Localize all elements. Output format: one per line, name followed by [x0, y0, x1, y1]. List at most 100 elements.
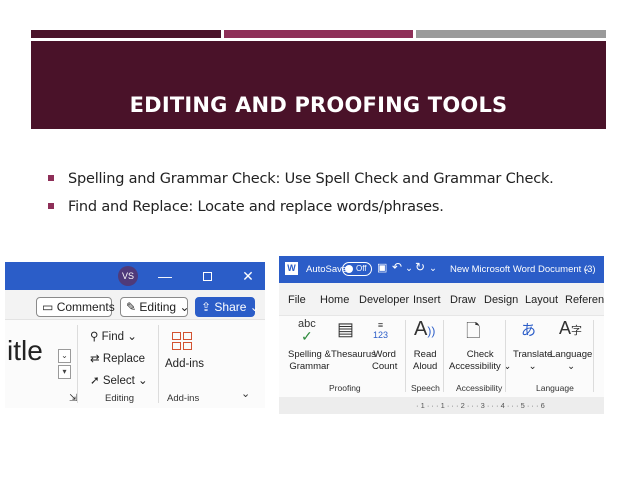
speech-group-label: Speech — [411, 383, 440, 393]
word-count-icon: ≡ 123 — [373, 320, 389, 340]
check-accessibility-button[interactable]: Check Accessibility ⌄ — [449, 349, 511, 373]
autosave-label: AutoSave — [306, 264, 348, 275]
comments-label: Comments — [56, 300, 115, 314]
accessibility-icon: 🗋 — [466, 321, 481, 341]
editing-mode-button[interactable]: ✎ Editing ⌄ — [120, 297, 190, 317]
comment-icon: ▭ — [42, 300, 54, 314]
ribbon-tabs: File Home Developer Insert Draw Design L… — [279, 283, 604, 315]
minimize-icon[interactable]: — — [155, 267, 175, 285]
chevron-down-icon[interactable]: ⌄ — [582, 263, 590, 274]
title-banner: EDITING AND PROOFING TOOLS — [31, 41, 606, 129]
share-button[interactable]: ⇪ Share ⌄ — [195, 297, 260, 317]
command-row: ▭ Comments ✎ Editing ⌄ ⇪ Share ⌄ — [5, 290, 265, 320]
top-bar-gray — [416, 30, 606, 38]
read-aloud-icon: A)) — [414, 318, 436, 340]
maximize-icon[interactable] — [197, 267, 217, 285]
chevron-down-icon: ⌄ — [179, 300, 190, 314]
ruler[interactable]: · 1 · · · 1 · · · 2 · · · 3 · · · 4 · · … — [279, 397, 604, 414]
gallery-scroll-up-icon[interactable]: ⌄ — [58, 349, 71, 363]
search-icon: ⚲ — [90, 331, 99, 343]
divider — [158, 325, 159, 403]
dialog-launcher-icon[interactable]: ⇲ — [69, 393, 77, 404]
style-gallery-title[interactable]: itle — [7, 335, 43, 367]
slide-title: EDITING AND PROOFING TOOLS — [129, 93, 508, 117]
document-title[interactable]: New Microsoft Word Document (3) — [450, 264, 596, 275]
divider — [505, 320, 506, 392]
tab-home[interactable]: Home — [320, 294, 349, 306]
word-logo-icon: W — [285, 262, 298, 275]
divider — [405, 320, 406, 392]
comments-button[interactable]: ▭ Comments — [36, 297, 115, 317]
read-aloud-button[interactable]: Read Aloud — [413, 349, 437, 373]
top-bar-dark — [31, 30, 221, 38]
bullet-text: Find and Replace: Locate and replace wor… — [68, 199, 444, 215]
thesaurus-button[interactable]: Thesaurus — [331, 349, 376, 361]
chevron-down-icon: ⌄ — [138, 375, 148, 387]
tab-layout[interactable]: Layout — [525, 294, 558, 306]
spelling-grammar-button[interactable]: Spelling & Grammar — [288, 349, 331, 373]
divider — [77, 325, 78, 403]
find-button[interactable]: ⚲ Find ⌄ — [90, 329, 137, 343]
review-ribbon: abc ✓ Spelling & Grammar ▤ Thesaurus ≡ 123… — [279, 315, 604, 397]
language-icon: A字 — [559, 318, 583, 338]
translate-icon: あ — [521, 322, 537, 339]
spelling-icon: abc ✓ — [298, 318, 316, 344]
bullet-list: Spelling and Grammar Check: Use Spell Ch… — [48, 165, 608, 221]
autosave-toggle[interactable]: Off — [342, 262, 372, 276]
addins-icon[interactable] — [172, 332, 194, 352]
language-button[interactable]: Language ⌄ — [550, 349, 592, 373]
tab-file[interactable]: File — [288, 294, 306, 306]
cursor-icon: ➚ — [90, 375, 100, 387]
word-ribbon-screenshot-right: W AutoSave Off ▣ ↶ ⌄ ↻ ⌄ New Microsoft W… — [279, 256, 604, 414]
proofing-group-label: Proofing — [329, 383, 361, 393]
tab-design[interactable]: Design — [484, 294, 518, 306]
chevron-down-icon: ⌄ — [249, 300, 260, 314]
toggle-knob — [345, 265, 353, 273]
addins-button[interactable]: Add-ins — [165, 358, 204, 370]
chevron-down-icon: ⌄ — [567, 361, 576, 372]
tab-insert[interactable]: Insert — [413, 294, 441, 306]
bullet-item: Find and Replace: Locate and replace wor… — [48, 193, 608, 221]
language-group-label: Language — [536, 383, 574, 393]
bullet-text: Spelling and Grammar Check: Use Spell Ch… — [68, 171, 554, 187]
pencil-icon: ✎ — [126, 300, 137, 314]
chevron-down-icon: ⌄ — [500, 361, 512, 372]
share-icon: ⇪ — [201, 300, 212, 314]
undo-icon[interactable]: ↶ — [392, 260, 402, 274]
avatar[interactable]: VS — [118, 266, 138, 286]
word-ribbon-screenshot-left: VS — ✕ ▭ Comments ✎ Editing ⌄ ⇪ Share ⌄ … — [5, 262, 265, 408]
save-icon[interactable]: ▣ — [377, 261, 387, 274]
customize-toolbar-icon[interactable]: ⌄ — [429, 263, 437, 274]
divider — [593, 320, 594, 392]
translate-button[interactable]: Translate ⌄ — [513, 349, 552, 373]
slide: EDITING AND PROOFING TOOLS Spelling and … — [0, 0, 638, 478]
home-ribbon: itle ⌄ ▾ ⚲ Find ⌄ ⇄ Replace ➚ Select ⌄ E… — [5, 321, 265, 408]
close-icon[interactable]: ✕ — [238, 267, 258, 285]
word-title-bar: VS — ✕ — [5, 262, 265, 290]
chevron-down-icon[interactable]: ⌄ — [405, 263, 413, 274]
redo-icon[interactable]: ↻ — [415, 260, 425, 274]
word-count-button[interactable]: Word Count — [372, 349, 397, 373]
accessibility-group-label: Accessibility — [456, 383, 503, 393]
bullet-marker — [48, 203, 54, 209]
divider — [443, 320, 444, 392]
top-bar-accent — [224, 30, 413, 38]
share-label: Share — [214, 300, 247, 314]
tab-draw[interactable]: Draw — [450, 294, 476, 306]
editing-label: Editing — [139, 300, 177, 314]
addins-group-label: Add-ins — [167, 393, 200, 404]
chevron-down-icon[interactable]: ⌄ — [241, 387, 250, 400]
replace-icon: ⇄ — [90, 353, 100, 365]
editing-group-label: Editing — [105, 393, 135, 404]
bullet-item: Spelling and Grammar Check: Use Spell Ch… — [48, 165, 608, 193]
select-button[interactable]: ➚ Select ⌄ — [90, 373, 148, 387]
thesaurus-icon: ▤ — [337, 319, 355, 339]
chevron-down-icon: ⌄ — [127, 331, 137, 343]
replace-button[interactable]: ⇄ Replace — [90, 351, 145, 365]
tab-references[interactable]: Referenc — [565, 294, 604, 306]
tab-developer[interactable]: Developer — [359, 294, 409, 306]
gallery-expand-icon[interactable]: ▾ — [58, 365, 71, 379]
word-title-bar: W AutoSave Off ▣ ↶ ⌄ ↻ ⌄ New Microsoft W… — [279, 256, 604, 283]
bullet-marker — [48, 175, 54, 181]
chevron-down-icon: ⌄ — [528, 361, 537, 372]
